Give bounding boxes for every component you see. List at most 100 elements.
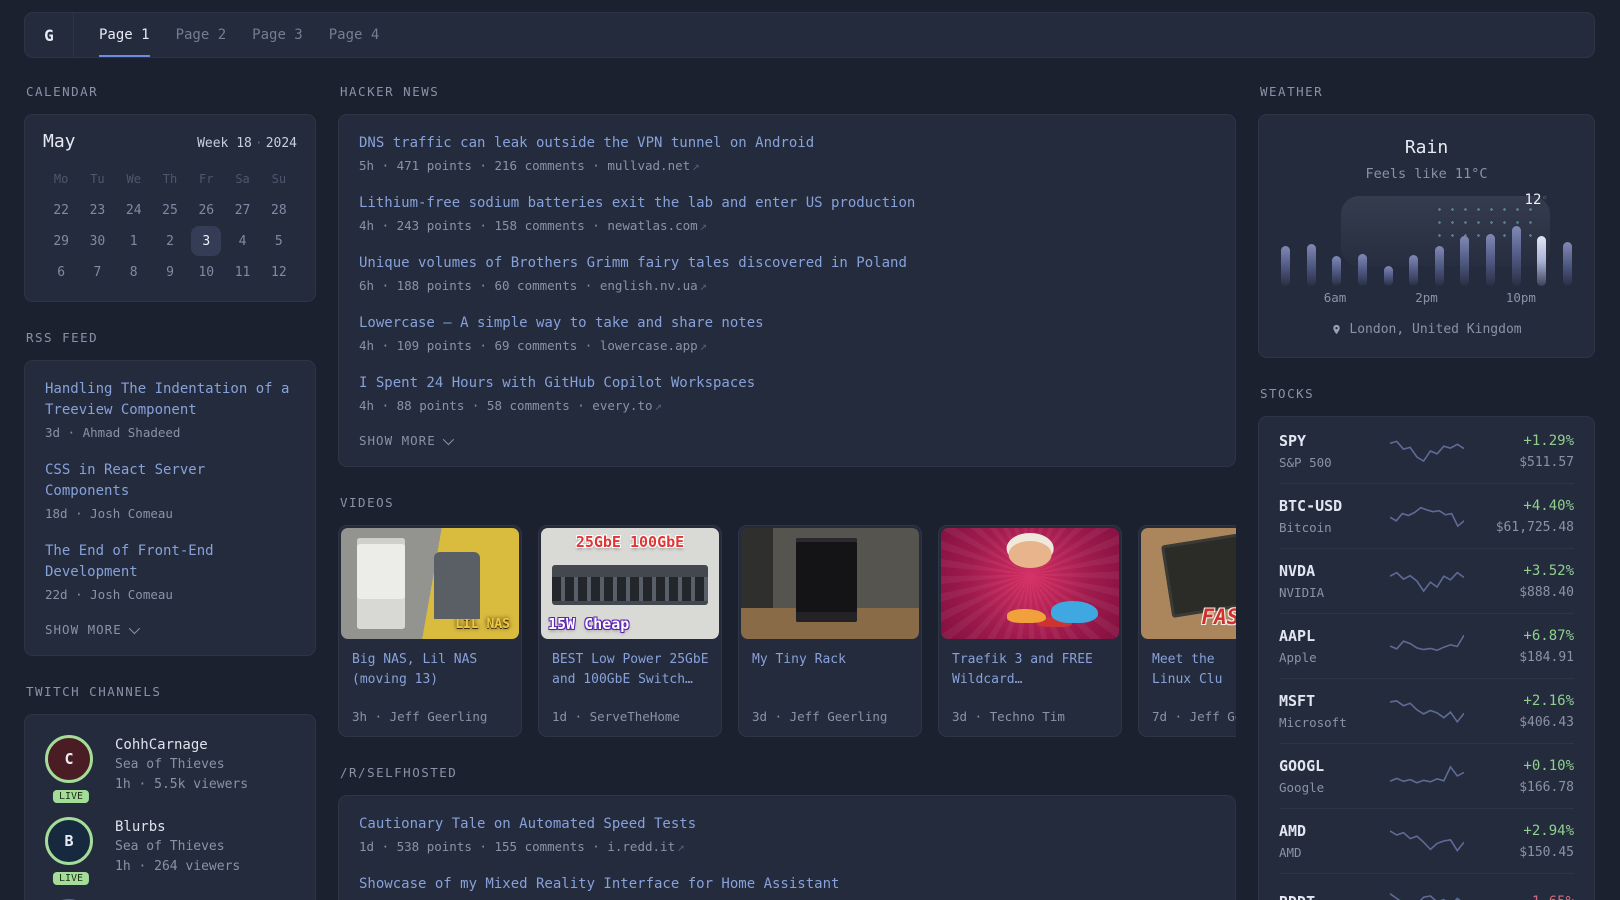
video-card[interactable]: My Tiny Rack3d · Jeff Geerling [738, 525, 922, 737]
video-card-body: Big NAS, Lil NAS(moving 13)3h · Jeff Gee… [339, 641, 521, 736]
channel-avatar: C [45, 735, 93, 783]
video-meta: 7d · Jeff Geerling [1152, 709, 1236, 724]
stock-row[interactable]: AAPLApple+6.87%$184.91 [1279, 613, 1574, 678]
video-title[interactable]: My Tiny Rack [752, 650, 908, 670]
calendar-day: 1 [116, 226, 152, 256]
video-title[interactable]: Big NAS, Lil NAS [352, 650, 508, 670]
channel-viewers: 1h · 264 viewers [115, 857, 240, 877]
stock-row[interactable]: MSFTMicrosoft +2.16%$406.43 [1279, 678, 1574, 743]
tab-page-1[interactable]: Page 1 [99, 13, 150, 57]
video-title[interactable]: Traefik 3 and FREE [952, 650, 1108, 670]
feed-item-title[interactable]: Lithium-free sodium batteries exit the l… [359, 193, 1215, 214]
rss-widget: RSS FEED Handling The Indentation of a T… [24, 330, 316, 656]
stock-name: NVIDIA [1279, 585, 1390, 600]
stock-id: MSFTMicrosoft [1279, 692, 1390, 730]
stock-sparkline [1390, 826, 1464, 856]
calendar-day-selected: 3 [191, 226, 221, 256]
feed-item-title[interactable]: CSS in React Server Components [45, 460, 295, 502]
stock-sparkline [1390, 436, 1464, 466]
stock-id: BTC-USDBitcoin [1279, 497, 1390, 535]
weather-bar [1384, 266, 1393, 286]
calendar-grid: MoTuWeThFrSaSu22232425262728293012345678… [43, 164, 297, 287]
stock-row[interactable]: BTC-USDBitcoin +4.40% $61,725.48 [1279, 483, 1574, 548]
stock-id: NVDANVIDIA [1279, 562, 1390, 600]
videos-section-title: VIDEOS [340, 495, 1236, 510]
video-card-body: Meet theLinux Clu 7d · Jeff Geerling [1139, 641, 1236, 736]
twitch-channel[interactable]: CLIVECohhCarnageSea of Thieves1h · 5.5k … [45, 735, 295, 795]
stock-row[interactable]: SPYS&P 500+1.29%$511.57 [1279, 419, 1574, 483]
stock-row[interactable]: GOOGLGoogle+0.10%$166.78 [1279, 743, 1574, 808]
calendar-day: 22 [43, 195, 79, 225]
video-title[interactable]: (moving 13) [352, 670, 508, 690]
source-link[interactable]: every.to [592, 398, 652, 413]
feed-item-title[interactable]: DNS traffic can leak outside the VPN tun… [359, 133, 1215, 154]
video-title[interactable]: BEST Low Power 25GbE [552, 650, 708, 670]
feed-item: Lowercase – A simple way to take and sha… [359, 313, 1215, 356]
tab-page-2[interactable]: Page 2 [176, 13, 227, 57]
separator-dot: · [255, 136, 263, 151]
weather-condition: Rain [1405, 137, 1448, 158]
show-more-button[interactable]: SHOW MORE [45, 622, 295, 637]
source-link[interactable]: english.nv.ua [600, 278, 698, 293]
weather-bar [1486, 234, 1495, 286]
stock-id: AMDAMD [1279, 822, 1390, 860]
time-label: 10pm [1506, 290, 1536, 305]
stock-sparkline [1390, 501, 1464, 531]
video-title[interactable]: Linux Clu [1152, 670, 1236, 690]
stock-price: $61,725.48 [1464, 520, 1575, 535]
stock-values: +2.16%$406.43 [1464, 692, 1575, 730]
video-card[interactable]: FASMeet theLinux Clu7d · Jeff Geerling [1138, 525, 1236, 737]
feed-item-title[interactable]: Unique volumes of Brothers Grimm fairy t… [359, 253, 1215, 274]
source-link[interactable]: mullvad.net [607, 158, 690, 173]
tab-page-4[interactable]: Page 4 [329, 13, 380, 57]
source-link[interactable]: lowercase.app [600, 338, 698, 353]
video-card[interactable]: LIL NAS Big NAS, Lil NAS(moving 13)3h · J… [338, 525, 522, 737]
feed-item-title[interactable]: Cautionary Tale on Automated Speed Tests [359, 814, 1215, 835]
channel-name[interactable]: CohhCarnage [115, 735, 248, 755]
videos-widget: VIDEOS LIL NAS Big NAS, Lil NAS(moving 13… [338, 495, 1236, 737]
thumbnail-text-overlay: LIL NAS [455, 617, 510, 632]
external-link-icon: ↗ [700, 338, 708, 353]
feed-item-title[interactable]: The End of Front-End Development [45, 541, 295, 583]
feed-item-title[interactable]: Handling The Indentation of a Treeview C… [45, 379, 295, 421]
stock-change: +4.40% [1464, 497, 1575, 516]
calendar-day: 9 [152, 257, 188, 287]
source-link[interactable]: newatlas.com [607, 218, 697, 233]
stock-values: +2.94%$150.45 [1464, 822, 1575, 860]
video-title[interactable]: and 100GbE Switch… [552, 670, 708, 690]
source-link[interactable]: i.redd.it [607, 839, 675, 854]
video-meta: 1d · ServeTheHome [552, 709, 708, 724]
feed-item-title[interactable]: Lowercase – A simple way to take and sha… [359, 313, 1215, 334]
tab-page-3[interactable]: Page 3 [252, 13, 303, 57]
show-more-button[interactable]: SHOW MORE [359, 433, 1215, 448]
feed-item: Unique volumes of Brothers Grimm fairy t… [359, 253, 1215, 296]
weather-bar [1512, 226, 1521, 286]
stock-row[interactable]: RDDT-1.65% [1279, 873, 1574, 900]
stock-ticker: BTC-USD [1279, 497, 1390, 516]
channel-name[interactable]: Blurbs [115, 817, 240, 837]
feed-item-title[interactable]: Showcase of my Mixed Reality Interface f… [359, 874, 1215, 895]
calendar-day: 3 [188, 226, 224, 256]
weather-bar [1307, 244, 1316, 286]
feed-item-meta: 5h · 471 points · 216 comments · mullvad… [359, 156, 1215, 176]
stock-name: Microsoft [1279, 715, 1390, 730]
video-card[interactable]: 25GbE 100GbE15W CheapBEST Low Power 25Gb… [538, 525, 722, 737]
weekday-label: Su [261, 164, 297, 194]
twitch-channel[interactable]: BLIVEBlurbsSea of Thieves1h · 264 viewer… [45, 817, 295, 877]
page-tabs: Page 1 Page 2 Page 3 Page 4 [99, 13, 379, 57]
stock-row[interactable]: AMDAMD +2.94%$150.45 [1279, 808, 1574, 873]
calendar-day: 10 [188, 257, 224, 287]
app-logo[interactable]: G [25, 13, 74, 57]
video-title[interactable]: Meet the [1152, 650, 1236, 670]
stock-row[interactable]: NVDANVIDIA+3.52%$888.40 [1279, 548, 1574, 613]
calendar-widget: CALENDAR May Week 18·2024 MoTuWeThFrSaSu… [24, 84, 316, 302]
feed-item-title[interactable]: I Spent 24 Hours with GitHub Copilot Wor… [359, 373, 1215, 394]
video-card[interactable]: Traefik 3 and FREEWildcard…3d · Techno T… [938, 525, 1122, 737]
avatar: CLIVE [45, 735, 97, 795]
feed-item-meta: 4h · 109 points · 69 comments · lowercas… [359, 336, 1215, 356]
channel-viewers: 1h · 5.5k viewers [115, 775, 248, 795]
calendar-day: 26 [188, 195, 224, 225]
video-title[interactable]: Wildcard… [952, 670, 1108, 690]
calendar-day: 30 [79, 226, 115, 256]
stock-ticker: GOOGL [1279, 757, 1390, 776]
